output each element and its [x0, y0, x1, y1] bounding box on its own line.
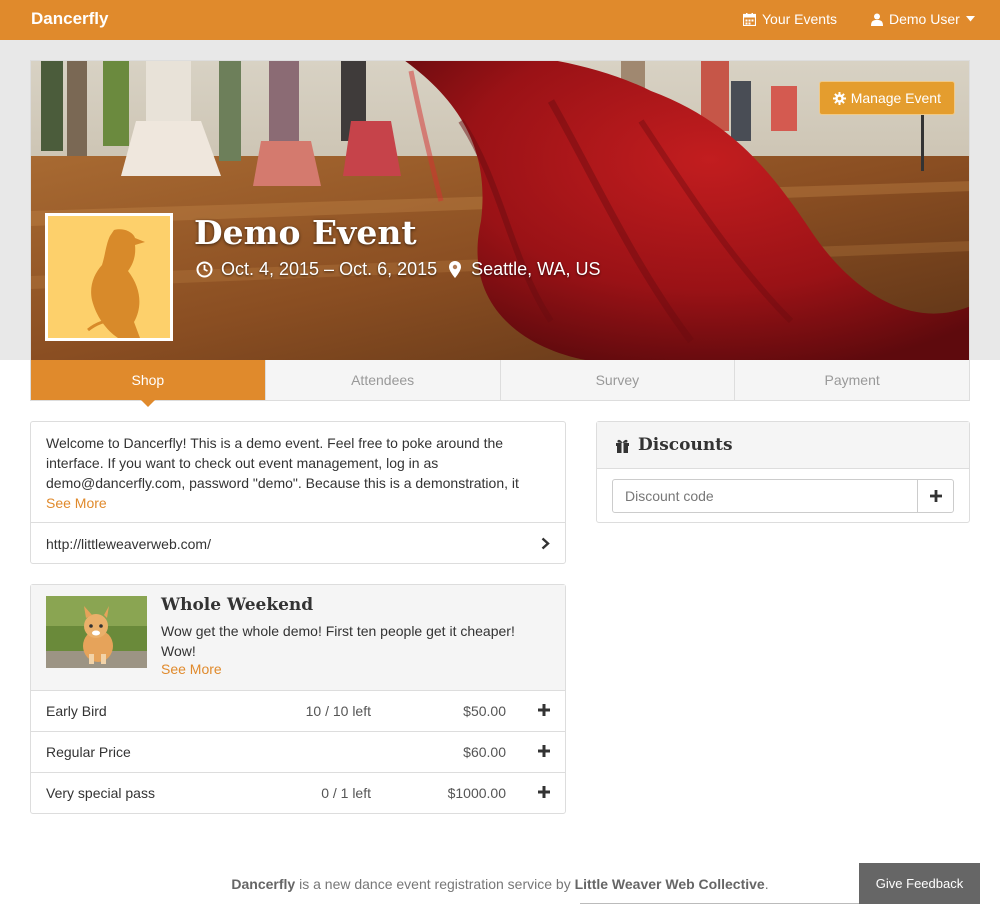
tab-survey-label: Survey — [595, 372, 640, 388]
ticket-group-panel: Whole Weekend Wow get the whole demo! Fi… — [30, 584, 566, 814]
ticket-row: Regular Price $60.00 — [31, 732, 565, 773]
give-feedback-button[interactable]: Give Feedback — [859, 863, 980, 904]
your-events-label: Your Events — [762, 11, 837, 27]
add-ticket-plus-icon[interactable] — [537, 744, 551, 758]
ticket-group-see-more-link[interactable]: See More — [161, 661, 222, 677]
event-title: Demo Event — [194, 213, 417, 252]
description-see-more-link[interactable]: See More — [46, 495, 107, 511]
tab-shop[interactable]: Shop — [31, 360, 265, 407]
manage-event-label: Manage Event — [850, 90, 941, 106]
gift-icon — [616, 439, 629, 453]
event-header: Manage Event Demo Event Oct. 4, 2015 – O… — [30, 60, 970, 360]
event-website-link[interactable]: http://littleweaverweb.com/ — [31, 522, 565, 564]
tab-attendees-label: Attendees — [351, 372, 415, 388]
event-meta: Oct. 4, 2015 – Oct. 6, 2015 Seattle, WA,… — [196, 259, 601, 280]
map-marker-icon — [449, 261, 462, 278]
ticket-availability: 0 / 1 left — [321, 785, 371, 801]
tab-payment-label: Payment — [824, 372, 880, 388]
footer-brand: Dancerfly — [231, 876, 296, 892]
navbar: Dancerfly Your Events Demo User — [0, 0, 1000, 40]
active-tab-caret — [140, 400, 155, 407]
event-logo — [45, 213, 173, 341]
plus-icon — [929, 490, 942, 502]
ticket-group-header: Whole Weekend Wow get the whole demo! Fi… — [31, 585, 565, 691]
footer-middle: is a new dance event registration servic… — [295, 876, 575, 892]
event-website-url: http://littleweaverweb.com/ — [46, 535, 211, 552]
discounts-header: Discounts — [597, 422, 969, 469]
discounts-title: Discounts — [638, 435, 733, 455]
ticket-price: $50.00 — [463, 703, 506, 719]
ticket-availability: 10 / 10 left — [305, 703, 371, 719]
tab-payment[interactable]: Payment — [734, 360, 969, 400]
event-tabs: Shop Attendees Survey Payment — [30, 360, 970, 407]
discount-code-input[interactable] — [612, 479, 918, 513]
event-location: Seattle, WA, US — [471, 259, 601, 279]
ticket-name: Early Bird — [46, 703, 107, 719]
clock-icon — [196, 261, 213, 278]
manage-event-button[interactable]: Manage Event — [818, 81, 955, 115]
add-discount-button[interactable] — [917, 479, 954, 513]
user-name: Demo User — [889, 11, 960, 27]
ticket-price: $60.00 — [463, 744, 506, 760]
bird-icon — [87, 229, 145, 338]
tab-shop-label: Shop — [131, 372, 165, 388]
ticket-name: Regular Price — [46, 744, 131, 760]
add-ticket-plus-icon[interactable] — [537, 703, 551, 717]
tab-attendees[interactable]: Attendees — [264, 360, 500, 400]
ticket-row: Very special pass 0 / 1 left $1000.00 — [31, 773, 565, 814]
calendar-icon — [743, 12, 756, 26]
caret-down-icon — [965, 16, 975, 22]
ticket-group-image — [46, 596, 147, 668]
ticket-name: Very special pass — [46, 785, 155, 801]
add-ticket-plus-icon[interactable] — [537, 785, 551, 799]
footer-text: Dancerfly is a new dance event registrat… — [0, 876, 1000, 892]
ticket-group-title: Whole Weekend — [161, 595, 314, 615]
ticket-row: Early Bird 10 / 10 left $50.00 — [31, 691, 565, 732]
brand-link[interactable]: Dancerfly — [31, 9, 108, 29]
kitten-image — [46, 596, 147, 668]
description-text: Welcome to Dancerfly! This is a demo eve… — [46, 435, 519, 491]
user-menu[interactable]: Demo User — [871, 11, 975, 27]
user-icon — [871, 13, 883, 26]
event-description-panel: Welcome to Dancerfly! This is a demo eve… — [30, 421, 566, 564]
gear-icon — [832, 91, 846, 105]
ticket-group-description: Wow get the whole demo! First ten people… — [161, 623, 515, 659]
discounts-panel: Discounts — [596, 421, 970, 523]
your-events-link[interactable]: Your Events — [743, 11, 837, 27]
ticket-price: $1000.00 — [447, 785, 506, 801]
chevron-right-icon — [541, 537, 550, 550]
event-description: Welcome to Dancerfly! This is a demo eve… — [31, 422, 565, 522]
tab-survey[interactable]: Survey — [499, 360, 735, 400]
footer-org-link[interactable]: Little Weaver Web Collective — [575, 876, 765, 892]
footer-end: . — [764, 876, 769, 892]
event-dates: Oct. 4, 2015 – Oct. 6, 2015 — [221, 259, 438, 279]
